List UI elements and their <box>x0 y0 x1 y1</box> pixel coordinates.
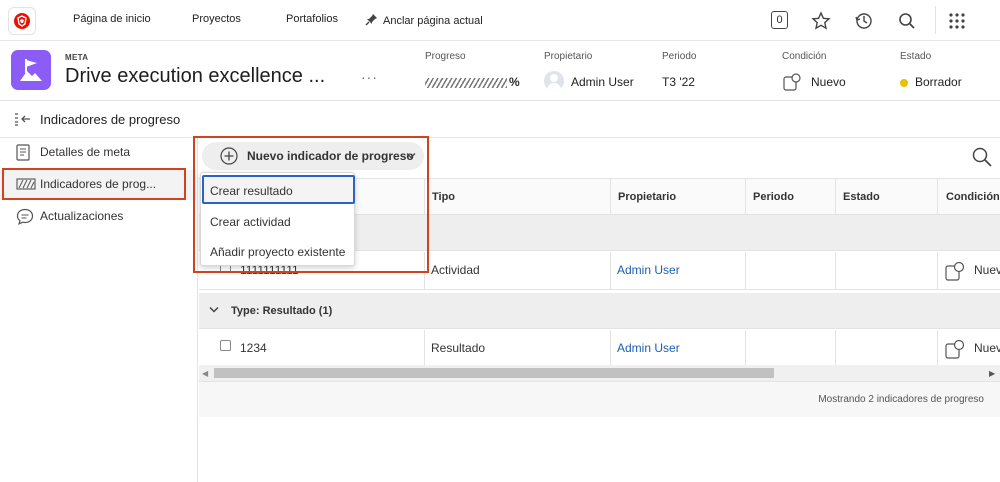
column-divider <box>745 252 746 290</box>
top-navigation: Página de inicio Proyectos Portafolios A… <box>0 0 1000 41</box>
pin-page-button[interactable]: Anclar página actual <box>365 13 483 27</box>
scroll-right-icon[interactable]: ▶ <box>989 369 995 378</box>
section-title: Indicadores de progreso <box>40 112 181 127</box>
column-divider <box>610 178 611 215</box>
nav-divider <box>935 6 936 34</box>
column-divider <box>937 330 938 368</box>
table-row[interactable]: 1234 Resultado Admin User Nuev <box>199 330 1000 368</box>
group-label: Type: Resultado (1) <box>231 305 333 317</box>
highlight-box-sidebar <box>2 168 186 200</box>
column-divider <box>835 330 836 368</box>
column-divider <box>745 178 746 215</box>
apps-grid-icon[interactable] <box>947 11 967 31</box>
row-owner-link[interactable]: Admin User <box>617 341 680 355</box>
sidebar-item-updates[interactable]: Actualizaciones <box>0 202 196 232</box>
column-divider <box>937 252 938 290</box>
column-divider <box>610 330 611 368</box>
column-divider <box>745 330 746 368</box>
row-checkbox[interactable] <box>220 340 231 351</box>
goal-header: META Drive execution excellence ... ··· … <box>0 41 1000 101</box>
column-divider <box>610 252 611 290</box>
column-divider <box>424 330 425 368</box>
column-header-period[interactable]: Periodo <box>753 191 794 203</box>
status-label: Estado <box>900 51 932 62</box>
scrollbar-thumb[interactable] <box>214 368 774 378</box>
sidebar-item-label: Actualizaciones <box>40 209 124 223</box>
period-value[interactable]: T3 '22 <box>662 75 695 89</box>
column-divider <box>835 178 836 215</box>
row-name[interactable]: 1234 <box>240 341 267 355</box>
owner-value[interactable]: Admin User <box>571 75 634 89</box>
brand-logo-icon <box>14 13 30 29</box>
progress-value: % <box>509 75 520 89</box>
column-divider <box>937 178 938 215</box>
pin-page-label: Anclar página actual <box>383 15 483 27</box>
sidebar-item-details[interactable]: Detalles de meta <box>0 138 196 168</box>
collapse-panel-icon[interactable] <box>14 112 32 126</box>
history-icon[interactable] <box>854 11 874 31</box>
scroll-left-icon[interactable]: ◀ <box>202 369 208 378</box>
chevron-down-icon[interactable] <box>209 306 219 313</box>
condition-value[interactable]: Nuevo <box>811 75 846 89</box>
nav-portfolios-link[interactable]: Portafolios <box>286 13 338 25</box>
document-icon <box>16 144 30 161</box>
column-header-condition[interactable]: Condición <box>946 191 1000 203</box>
table-search-icon[interactable] <box>971 146 993 168</box>
status-dot-icon <box>900 79 908 87</box>
condition-icon <box>945 261 965 281</box>
owner-label: Propietario <box>544 51 593 62</box>
goal-kicker: META <box>65 53 89 62</box>
sidebar-item-label: Detalles de meta <box>40 145 131 159</box>
section-bar: Indicadores de progreso <box>0 101 1000 138</box>
condition-icon <box>945 339 965 359</box>
status-value[interactable]: Borrador <box>915 75 962 89</box>
row-type: Resultado <box>431 341 486 355</box>
pin-icon <box>365 14 377 26</box>
column-header-owner[interactable]: Propietario <box>618 191 676 203</box>
result-count: Mostrando 2 indicadores de progreso <box>818 394 984 405</box>
search-icon[interactable] <box>897 11 917 31</box>
row-owner-link[interactable]: Admin User <box>617 263 680 277</box>
comment-icon <box>16 208 34 225</box>
row-type: Actividad <box>431 263 480 277</box>
progress-bar <box>425 78 507 88</box>
period-label: Periodo <box>662 51 697 62</box>
page-title[interactable]: Drive execution excellence ... <box>65 65 325 88</box>
row-condition[interactable]: Nuev <box>974 341 1000 355</box>
more-options-button[interactable]: ··· <box>361 69 378 85</box>
notification-counter[interactable]: 0 <box>771 11 788 29</box>
row-condition[interactable]: Nuev <box>974 263 1000 277</box>
nav-projects-link[interactable]: Proyectos <box>192 13 241 25</box>
highlight-box-menu <box>193 136 429 273</box>
column-header-status[interactable]: Estado <box>843 191 880 203</box>
column-divider <box>835 252 836 290</box>
goal-flag-icon <box>11 50 51 90</box>
star-icon[interactable] <box>811 11 831 31</box>
progress-label: Progreso <box>425 51 466 62</box>
horizontal-scrollbar[interactable]: ◀ ▶ <box>199 365 1000 381</box>
avatar[interactable] <box>544 71 564 91</box>
column-header-type[interactable]: Tipo <box>432 191 455 203</box>
nav-home-link[interactable]: Página de inicio <box>73 13 151 25</box>
condition-icon <box>783 73 801 91</box>
group-row-result[interactable]: Type: Resultado (1) <box>199 293 1000 329</box>
condition-label: Condición <box>782 51 827 62</box>
table-footer: Mostrando 2 indicadores de progreso <box>199 381 1000 417</box>
app-logo[interactable] <box>8 7 36 35</box>
